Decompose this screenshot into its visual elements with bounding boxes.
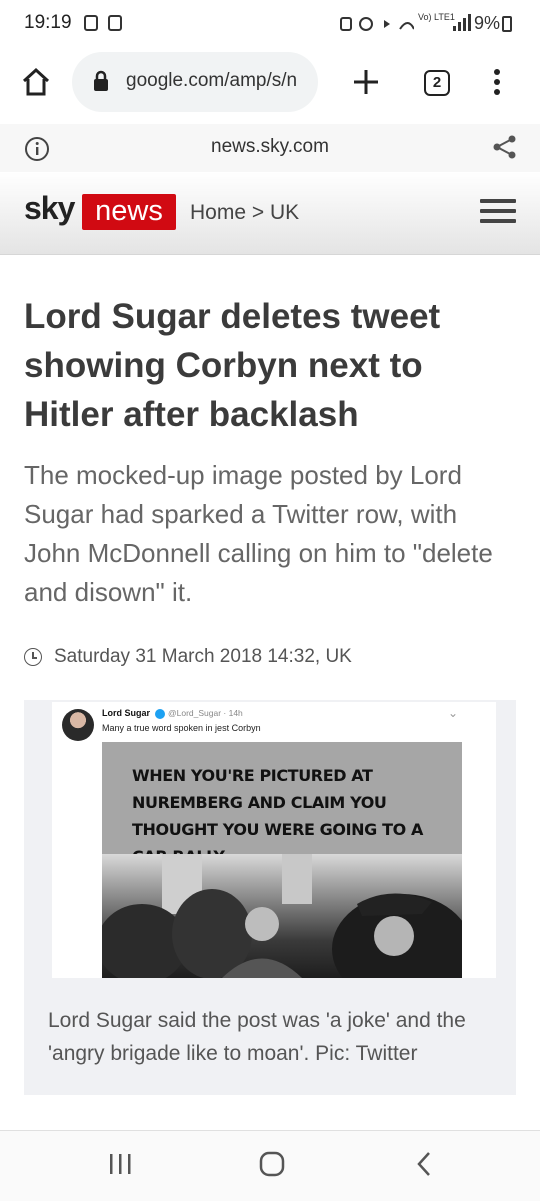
menu-icon[interactable] [480, 199, 516, 203]
article-date: Saturday 31 March 2018 14:32, UK [54, 646, 352, 667]
amp-domain[interactable]: news.sky.com [0, 136, 540, 158]
home-nav-icon[interactable] [258, 1150, 286, 1183]
tab-switcher-button[interactable]: 2 [424, 70, 450, 96]
verified-icon [155, 709, 165, 719]
breadcrumb[interactable]: Home > UK [190, 201, 299, 225]
avatar [62, 709, 94, 741]
system-status-icons [340, 17, 415, 31]
battery-percent: 9% [474, 13, 501, 33]
recent-apps-icon[interactable] [108, 1152, 134, 1181]
menu-icon[interactable] [480, 209, 516, 213]
image-caption: Lord Sugar said the post was 'a joke' an… [48, 1009, 466, 1065]
back-icon[interactable] [414, 1150, 434, 1183]
meme-photo [102, 854, 462, 978]
menu-icon[interactable] [480, 219, 516, 223]
new-tab-icon[interactable] [352, 68, 380, 101]
article-standfirst: The mocked-up image posted by Lord Sugar… [24, 460, 493, 607]
sky-logo[interactable]: sky [24, 190, 75, 227]
tweet-handle: @Lord_Sugar · 14h [168, 708, 243, 718]
chevron-down-icon: ⌄ [448, 706, 459, 720]
more-menu-icon[interactable] [493, 68, 501, 101]
signal-icon [452, 14, 472, 37]
url-text[interactable]: google.com/amp/s/n [126, 70, 306, 92]
network-label: Vo) LTE1 [418, 12, 455, 22]
news-logo[interactable]: news [82, 194, 176, 230]
status-time: 19:19 [24, 12, 72, 33]
article-headline: Lord Sugar deletes tweet showing Corbyn … [24, 297, 441, 434]
battery-icon [502, 16, 512, 32]
tweet-text: Many a true word spoken in jest Corbyn [102, 723, 261, 733]
share-icon[interactable] [492, 134, 518, 165]
lock-icon [92, 70, 110, 97]
notification-icon [84, 15, 98, 31]
home-icon[interactable] [20, 66, 52, 103]
status-icons [340, 15, 415, 36]
tweet-name: Lord Sugar [102, 708, 151, 718]
alert-icon [108, 15, 122, 31]
